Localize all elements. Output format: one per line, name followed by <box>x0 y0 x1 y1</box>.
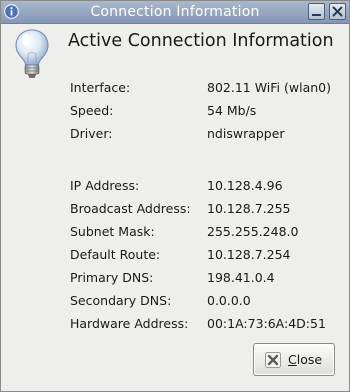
info-value: ndiswrapper <box>207 126 285 141</box>
dialog-heading: Active Connection Information <box>68 31 334 51</box>
window-title: Connection Information <box>90 4 260 20</box>
info-value: 00:1A:73:6A:4D:51 <box>207 316 326 331</box>
info-label: Driver: <box>70 126 113 141</box>
info-value: 255.255.248.0 <box>207 224 299 239</box>
title-bar[interactable]: Connection Information <box>1 1 349 24</box>
info-label: Primary DNS: <box>70 270 154 285</box>
minimize-icon <box>312 14 321 16</box>
info-row-speed: Speed: 54 Mb/s <box>70 102 340 120</box>
close-icon <box>332 6 343 17</box>
info-row-hardware-address: Hardware Address: 00:1A:73:6A:4D:51 <box>70 315 340 333</box>
info-value: 54 Mb/s <box>207 103 257 118</box>
info-label: Secondary DNS: <box>70 293 172 308</box>
info-row-broadcast-address: Broadcast Address: 10.128.7.255 <box>70 200 340 218</box>
info-row-secondary-dns: Secondary DNS: 0.0.0.0 <box>70 292 340 310</box>
lightbulb-icon <box>15 29 49 78</box>
close-button[interactable]: Close <box>253 343 335 376</box>
info-label: IP Address: <box>70 178 140 193</box>
window-close-button[interactable] <box>329 3 346 20</box>
info-row-ip-address: IP Address: 10.128.4.96 <box>70 177 340 195</box>
info-label: Subnet Mask: <box>70 224 155 239</box>
info-row-driver: Driver: ndiswrapper <box>70 125 340 143</box>
connection-info-dialog: Connection Information Active Connection… <box>0 0 350 392</box>
minimize-button[interactable] <box>308 3 325 20</box>
info-label: Interface: <box>70 80 131 95</box>
info-value: 10.128.4.96 <box>207 178 283 193</box>
info-row-interface: Interface: 802.11 WiFi (wlan0) <box>70 79 340 97</box>
info-label: Hardware Address: <box>70 316 189 331</box>
info-label: Broadcast Address: <box>70 201 191 216</box>
close-button-label: Close <box>288 352 323 367</box>
info-label: Default Route: <box>70 247 161 262</box>
info-row-primary-dns: Primary DNS: 198.41.0.4 <box>70 269 340 287</box>
info-value: 802.11 WiFi (wlan0) <box>207 80 331 95</box>
info-label: Speed: <box>70 103 114 118</box>
info-value: 10.128.7.254 <box>207 247 291 262</box>
info-value: 10.128.7.255 <box>207 201 291 216</box>
info-row-default-route: Default Route: 10.128.7.254 <box>70 246 340 264</box>
info-value: 198.41.0.4 <box>207 270 275 285</box>
info-row-subnet-mask: Subnet Mask: 255.255.248.0 <box>70 223 340 241</box>
info-value: 0.0.0.0 <box>207 293 251 308</box>
close-icon <box>265 352 281 368</box>
